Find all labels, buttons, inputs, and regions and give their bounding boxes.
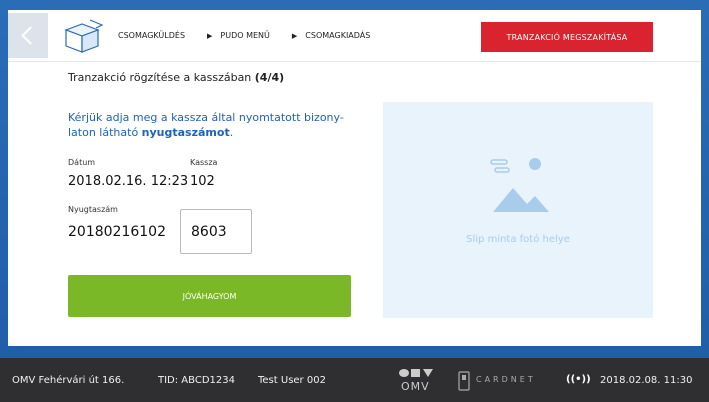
cardnet-logo-text: CARDNET (476, 375, 536, 384)
slip-placeholder-text: Slip minta fotó helye (466, 234, 570, 245)
cardnet-logo: CARDNET (456, 370, 551, 392)
breadcrumb-item-release: CSOMAGKIADÁS (305, 31, 371, 40)
package-icon (64, 19, 104, 53)
contactless-icon: ((•)) (566, 374, 591, 385)
omv-logo: OMV (399, 368, 439, 394)
status-bar: OMV Fehérvári út 166. TID: ABCD1234 Test… (0, 358, 709, 402)
register-label: Kassza (190, 158, 218, 167)
chevron-left-icon (21, 26, 40, 45)
instruction-text: Kérjük adja meg a kassza által nyomtatot… (68, 110, 368, 140)
image-placeholder-icon (490, 158, 549, 212)
date-label: Dátum (68, 158, 96, 167)
omv-logo-text: OMV (401, 380, 430, 393)
back-button[interactable] (8, 13, 48, 58)
instruction-line1: Kérjük adja meg a kassza által nyomtatot… (68, 111, 344, 124)
step-title-text: Tranzakció rögzítése a kasszában (68, 71, 255, 84)
breadcrumb-separator-icon: ▶ (291, 31, 298, 40)
confirm-button[interactable]: JÓVÁHAGYOM (68, 275, 351, 317)
header-divider (8, 61, 701, 62)
receipt-number-label: Nyugtaszám (68, 205, 118, 214)
omv-logo-mark (399, 369, 433, 377)
breadcrumb-separator-icon: ▶ (207, 31, 213, 40)
breadcrumb-item-send[interactable]: CSOMAGKÜLDÉS (118, 31, 185, 40)
instruction-line2-bold: nyugtaszámot (141, 126, 230, 139)
cardnet-mark-icon (458, 371, 470, 391)
user-name: Test User 002 (258, 375, 326, 386)
date-value: 2018.02.16. 12:23 (68, 174, 189, 189)
register-value: 102 (190, 174, 215, 189)
instruction-line2-suffix: . (229, 126, 234, 139)
terminal-id: TID: ABCD1234 (158, 375, 235, 386)
cancel-transaction-button[interactable]: TRANZAKCIÓ MEGSZAKÍTÁSA (481, 22, 653, 52)
location-text: OMV Fehérvári út 166. (12, 375, 125, 386)
receipt-number-input[interactable]: 8603 (180, 209, 252, 254)
receipt-number-prefix: 20180216102 (68, 224, 166, 240)
slip-photo-placeholder: Slip minta fotó helye (383, 102, 653, 318)
step-counter: (4/4) (254, 71, 285, 84)
breadcrumb-item-pudo-menu[interactable]: PUDO MENÜ (220, 31, 269, 40)
instruction-line2-prefix: laton látható (68, 126, 142, 139)
datetime-text: 2018.02.08. 11:30 (600, 375, 693, 386)
breadcrumb: CSOMAGKÜLDÉS ▶ PUDO MENÜ ▶ CSOMAGKIADÁS (118, 31, 370, 40)
step-title: Tranzakció rögzítése a kasszában (4/4) (68, 71, 284, 84)
